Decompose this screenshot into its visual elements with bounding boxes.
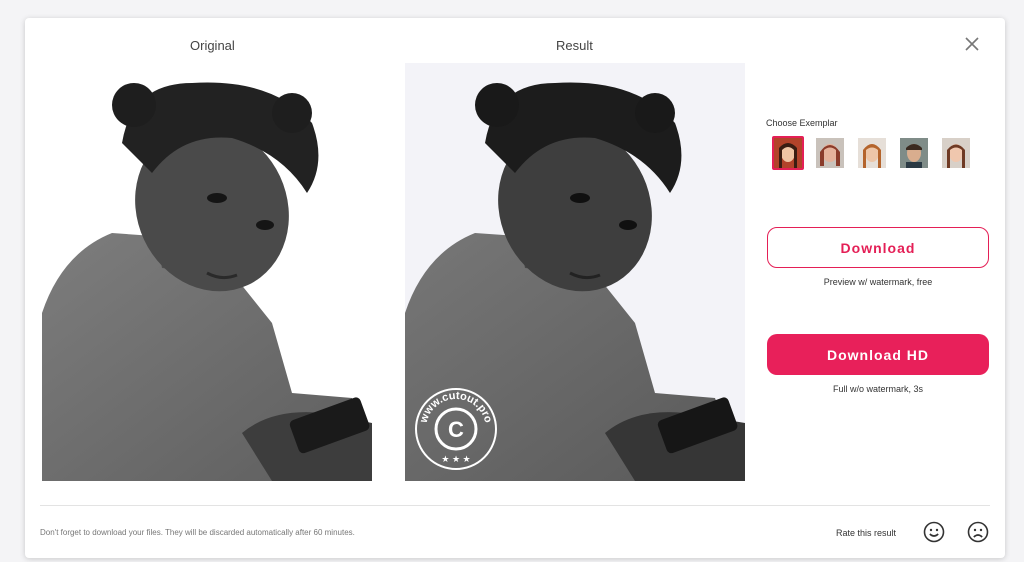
svg-text:C: C [448, 417, 464, 442]
exemplar-thumb-4[interactable] [898, 136, 930, 170]
download-caption: Preview w/ watermark, free [823, 277, 933, 287]
download-hd-button[interactable]: Download HD [767, 334, 989, 375]
svg-text:★ ★ ★: ★ ★ ★ [441, 454, 470, 464]
close-icon [965, 37, 979, 51]
result-image: www.cutout.pro C ★ ★ ★ [405, 63, 745, 481]
result-modal: Original Result www.cutout.pro C ★ ★ ★ C… [25, 18, 1005, 558]
download-hd-caption: Full w/o watermark, 3s [832, 384, 924, 394]
exemplar-thumb-3[interactable] [856, 136, 888, 170]
footer-divider [40, 505, 990, 506]
watermark-seal: www.cutout.pro C ★ ★ ★ [415, 388, 497, 470]
original-title: Original [190, 38, 235, 53]
smiley-sad-icon [967, 521, 989, 543]
footer-note: Don't forget to download your files. The… [40, 528, 355, 537]
result-title: Result [556, 38, 593, 53]
rate-label: Rate this result [836, 528, 897, 538]
original-image [42, 63, 372, 481]
exemplar-thumb-2[interactable] [814, 136, 846, 170]
exemplar-label: Choose Exemplar [766, 118, 838, 128]
smiley-happy-icon [923, 521, 945, 543]
download-button[interactable]: Download [767, 227, 989, 268]
rate-happy-button[interactable] [923, 521, 945, 543]
exemplar-list [766, 136, 990, 170]
exemplar-thumb-1[interactable] [772, 136, 804, 170]
rate-sad-button[interactable] [967, 521, 989, 543]
exemplar-thumb-5[interactable] [940, 136, 972, 170]
close-button[interactable] [962, 34, 982, 54]
options-panel: Choose Exemplar Download Preview w/ wate… [766, 118, 990, 394]
